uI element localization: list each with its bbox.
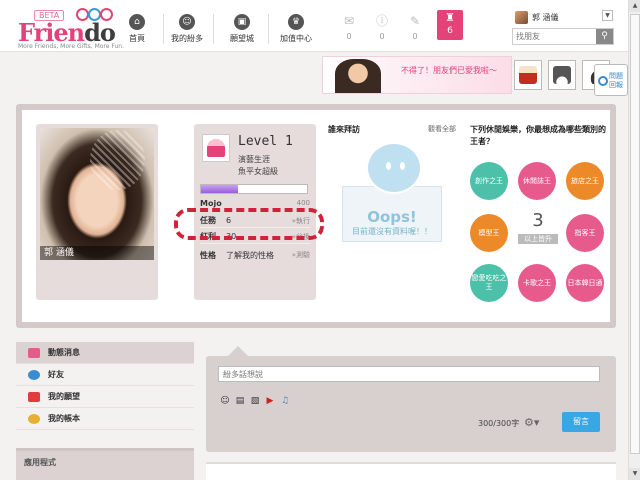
sidebar-item-account[interactable]: 我的帳本 [16,408,194,430]
mojo-progress-fill [201,185,239,193]
scroll-thumb[interactable] [630,14,640,454]
king-option[interactable]: 模型王 [470,214,508,252]
king-option[interactable]: 創作之王 [470,162,508,200]
chevron-down-icon[interactable]: ▼ [602,10,613,21]
gear-icon[interactable]: ⚙▾ [524,416,539,429]
post-input[interactable] [218,366,600,382]
view-all-link[interactable]: 觀看全部 [428,124,456,134]
post-pointer [228,346,248,356]
gift-icon [28,391,40,402]
level-title: 演藝生涯 魚平女超級 [238,155,278,176]
test-link[interactable]: »測驗 [292,250,310,260]
news-icon [28,347,40,358]
king-option[interactable]: 休閒誌王 [518,162,556,200]
king-option[interactable]: 日本韓日通 [566,264,604,302]
sidebar-item-wishes[interactable]: 我的願望 [16,386,194,408]
oops-heading: Oops! [367,208,417,226]
info-notification[interactable]: ⓘ 0 [369,14,395,41]
level-avatar [202,134,230,162]
feed-area [206,462,616,480]
empty-message: 目前還沒有資料喔！！ [352,227,432,236]
nav-divider [268,14,269,44]
friend-search: ⚲ [512,28,614,45]
top-header: BETA Friendo More Friends, More Gifts, M… [0,0,628,52]
apps-title: 應用程式 [24,458,56,467]
ice-cream-icon [519,66,537,84]
photo-icon[interactable]: ▧ [250,396,260,406]
lock-icon[interactable]: ▤ [235,396,245,406]
umbrella-icon [553,66,571,84]
apps-section: 應用程式 [16,448,194,480]
refresh-icon [598,76,608,86]
trophy-notification[interactable]: ♜ 6 [437,10,463,40]
logo-tagline: More Friends, More Gifts, More Fun. [18,43,124,50]
post-box: ☺ ▤ ▧ ▶ ♫ 300/300字 ⚙▾ 留言 [206,356,616,452]
profile-name: 郭 涵儀 [40,246,154,260]
gift-icon: ▣ [234,14,250,30]
char-count: 300/300字 [478,419,520,428]
banner-photo [335,59,381,93]
product-thumb[interactable] [514,60,542,90]
nav-value-center[interactable]: ♛ 加值中心 [272,14,320,44]
mail-icon: ✉ [343,14,355,28]
friends-icon [28,369,40,380]
post-button[interactable]: 留言 [562,412,600,432]
feedback-button[interactable]: 問題 回報 [594,64,628,96]
king-option[interactable]: 旅店之王 [566,162,604,200]
visitors-section: 誰來拜訪 觀看全部 Oops! 目前還沒有資料喔！！ [328,124,456,300]
nav-divider [213,14,214,44]
nav-home[interactable]: ⌂ 首頁 [113,14,161,44]
profile-photo-card: 郭 涵儀 [36,124,158,300]
sidebar-item-friends[interactable]: 好友 [16,364,194,386]
visitors-title: 誰來拜訪 [328,125,360,134]
search-input[interactable] [513,29,595,44]
product-thumb[interactable] [548,60,576,90]
empty-face-icon [366,142,422,194]
profile-panel: 郭 涵儀 Level 1 演藝生涯 魚平女超級 Mojo 400 任務 6 »執行… [16,104,616,328]
avatar [515,10,528,24]
page-scrollbar[interactable]: ▲ ▼ [628,0,640,480]
crown-icon: ♛ [288,14,304,30]
person-icon: ☺ [179,14,195,30]
kings-upgrade-label: 以上皆升 [518,234,558,244]
photo-veil [90,130,145,190]
search-icon[interactable]: ⚲ [596,29,613,44]
user-menu[interactable]: 郭 涵儀 [515,10,559,24]
chat-notification[interactable]: ✎ 0 [402,14,428,41]
sidebar: 動態消息 好友 我的願望 我的帳本 [16,342,194,438]
mail-notification[interactable]: ✉ 0 [336,14,362,41]
home-icon: ⌂ [129,14,145,30]
highlight-marker [174,208,324,240]
sidebar-item-news[interactable]: 動態消息 [16,342,194,364]
coin-icon [28,413,40,424]
promo-banner[interactable]: 不得了！朋友們已愛我啦～ [322,56,512,94]
profile-photo[interactable]: 郭 涵儀 [40,128,154,260]
level-label: Level 1 [238,134,293,149]
video-icon[interactable]: ▶ [265,396,275,406]
king-option[interactable]: 戀愛吃吃之王 [470,264,508,302]
king-option[interactable]: 指客王 [566,214,604,252]
stats-card: Level 1 演藝生涯 魚平女超級 Mojo 400 任務 6 »執行 紅利 3… [174,124,324,300]
kings-section: 下列休閒娛樂，你最想成為哪些類別的王者？ 創作之王 休閒誌王 旅店之王 模型王 … [470,124,610,314]
banner-text: 不得了！朋友們已愛我啦～ [401,66,497,75]
kings-title: 下列休閒娛樂，你最想成為哪些類別的王者？ [470,125,606,146]
nav-wish-city[interactable]: ▣ 願望城 [218,14,266,44]
nav-my-friendo[interactable]: ☺ 我的紛多 [163,14,211,44]
scroll-up-icon[interactable]: ▲ [629,0,640,12]
personality-row[interactable]: 性格 了解我的性格 »測驗 [200,248,310,262]
mojo-progress-bar [200,184,308,194]
chat-icon: ✎ [409,14,421,28]
music-icon[interactable]: ♫ [280,396,290,406]
smiley-icon[interactable]: ☺ [220,396,230,406]
scroll-down-icon[interactable]: ▼ [629,468,640,480]
info-icon: ⓘ [375,14,388,28]
friendo-logo[interactable]: BETA Friendo More Friends, More Gifts, M… [14,6,124,50]
king-option[interactable]: 卡歌之王 [518,264,556,302]
trophy-icon: ♜ [445,11,455,24]
kings-count: 3 [532,210,544,231]
